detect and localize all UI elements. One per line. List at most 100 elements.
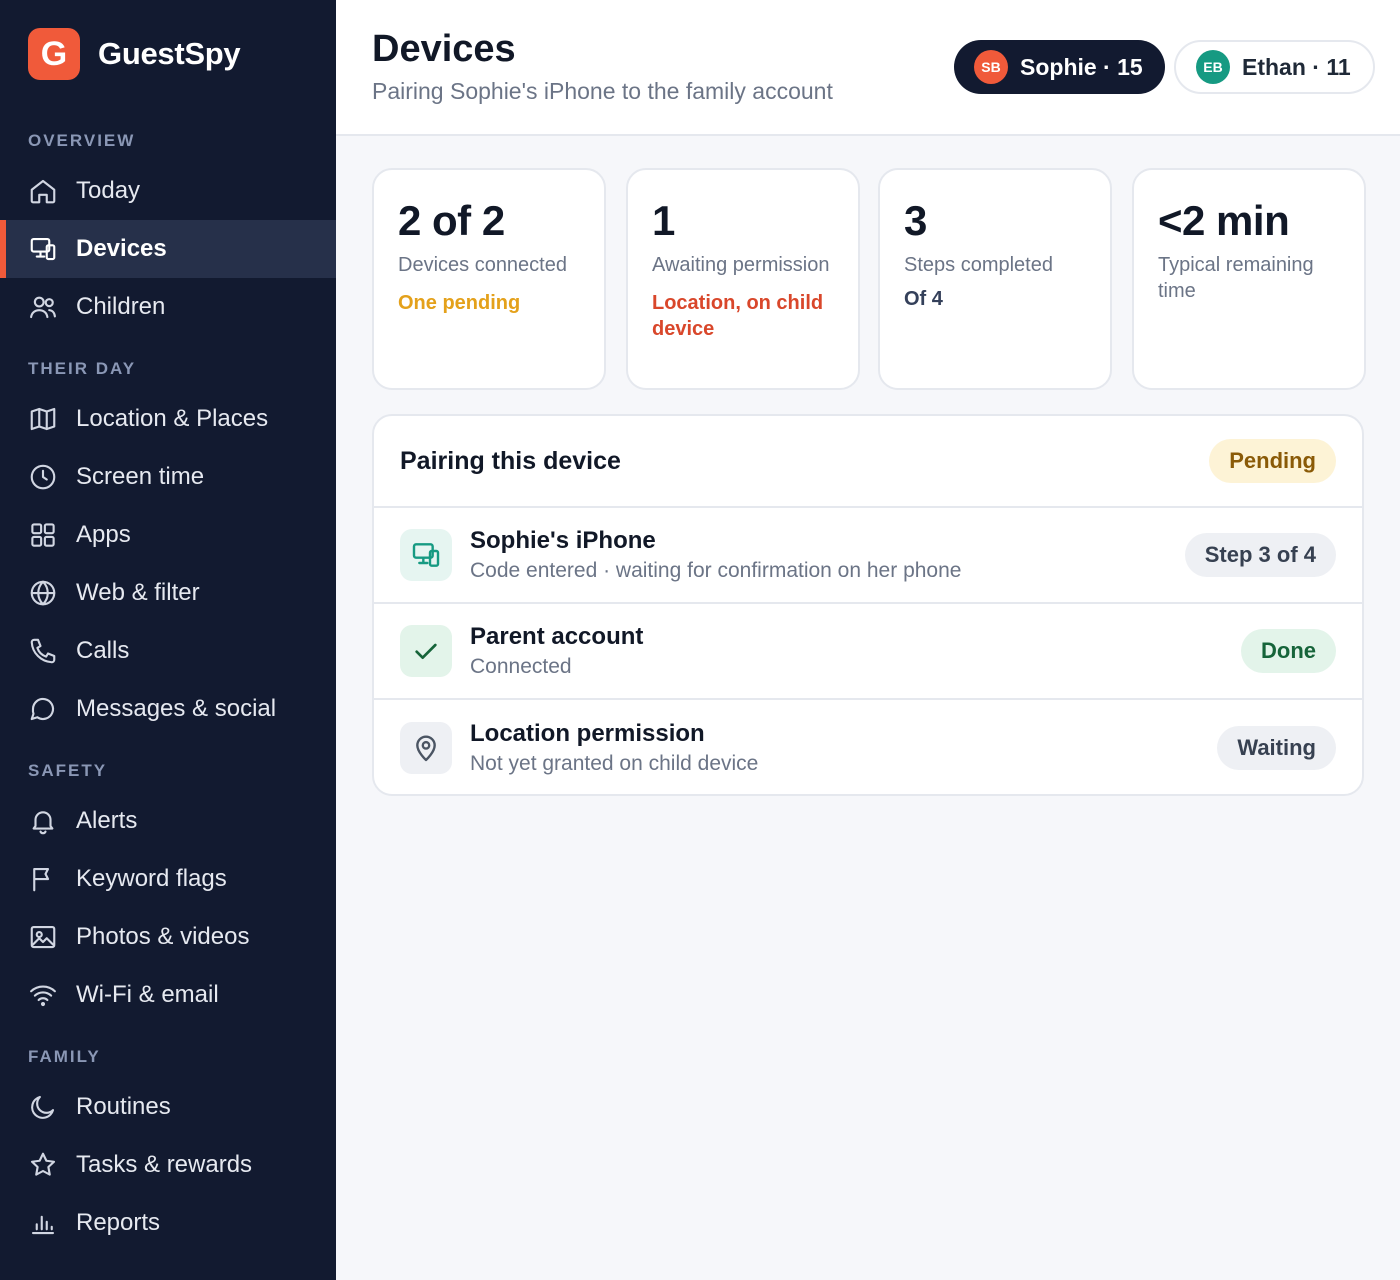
status-badge: Done — [1241, 629, 1336, 673]
sidebar-item-label: Keyword flags — [76, 865, 227, 892]
sidebar-item-label: Calls — [76, 637, 130, 664]
home-icon — [30, 179, 56, 204]
section-label-their-day: THEIR DAY — [28, 359, 137, 378]
page-subtitle: Pairing Sophie's iPhone to the family ac… — [372, 78, 833, 104]
stat-label: Devices connected — [398, 254, 567, 277]
child-pill-label: Ethan · 11 — [1242, 53, 1351, 80]
flag-icon — [33, 867, 50, 892]
avatar: SB — [974, 50, 1008, 84]
pairing-row-device[interactable]: Sophie's iPhone Code entered · waiting f… — [374, 508, 1362, 604]
pairing-panel-title: Pairing this device — [400, 446, 621, 475]
child-switch-ethan[interactable]: EB Ethan · 11 — [1174, 40, 1375, 94]
globe-icon — [30, 580, 56, 606]
moon-icon — [31, 1095, 55, 1119]
sidebar-item-label: Messages & social — [76, 695, 277, 722]
grid-icon — [31, 523, 55, 547]
row-subtitle: Not yet granted on child device — [470, 752, 759, 775]
check-icon — [415, 643, 437, 659]
pairing-row-parent-account[interactable]: Parent account Connected Done — [374, 604, 1362, 700]
child-switch-sophie[interactable]: SB Sophie · 15 — [954, 40, 1165, 94]
row-subtitle: Connected — [470, 655, 572, 678]
pairing-panel-header: Pairing this device Pending — [374, 416, 1362, 508]
sidebar-item-wifi-email[interactable]: Wi-Fi & email — [0, 966, 336, 1024]
pairing-status-badge: Pending — [1209, 439, 1336, 483]
stat-card-awaiting-permission: 1 Awaiting permission Location, on child… — [626, 168, 860, 390]
sidebar-item-photos-videos[interactable]: Photos & videos — [0, 908, 336, 966]
map-icon — [30, 407, 56, 431]
sidebar-item-label: Web & filter — [76, 579, 200, 606]
sidebar-item-label: Children — [76, 293, 166, 320]
status-badge: Waiting — [1217, 726, 1336, 770]
sidebar-item-web-filter[interactable]: Web & filter — [0, 564, 336, 622]
sidebar-item-label: Tasks & rewards — [76, 1151, 253, 1178]
bell-icon — [32, 811, 54, 835]
stat-card-devices-connected: 2 of 2 Devices connected One pending — [372, 168, 606, 390]
sidebar-item-tasks-rewards[interactable]: Tasks & rewards — [0, 1136, 336, 1194]
wifi-icon — [30, 985, 56, 1007]
section-label-family: FAMILY — [28, 1047, 101, 1066]
brand[interactable]: G GuestSpy — [28, 28, 241, 80]
sidebar-item-routines[interactable]: Routines — [0, 1078, 336, 1136]
stat-value: 2 of 2 — [398, 197, 505, 244]
stat-label: Awaiting permission — [652, 254, 830, 277]
sidebar-item-location-places[interactable]: Location & Places — [0, 390, 336, 448]
stat-label: Typical remaining time — [1158, 254, 1314, 303]
devices-icon — [412, 543, 440, 567]
brand-logo: G — [28, 28, 80, 80]
clock-icon — [30, 464, 56, 490]
stat-value: 1 — [652, 197, 675, 244]
sidebar-item-label: Reports — [76, 1209, 161, 1236]
section-label-overview: OVERVIEW — [28, 131, 136, 150]
sidebar-item-label: Routines — [76, 1093, 171, 1120]
stat-value: 3 — [904, 197, 927, 244]
sidebar-item-calls[interactable]: Calls — [0, 622, 336, 680]
star-icon — [30, 1152, 56, 1176]
pairing-row-location-permission[interactable]: Location permission Not yet granted on c… — [374, 700, 1362, 794]
row-title: Parent account — [470, 623, 644, 650]
message-icon — [30, 697, 55, 721]
row-title: Location permission — [470, 720, 705, 747]
stat-card-remaining-time: <2 min Typical remaining time — [1132, 168, 1366, 390]
sidebar-item-messages-social[interactable]: Messages & social — [0, 680, 336, 738]
status-badge: Step 3 of 4 — [1184, 533, 1336, 577]
child-pill-label: Sophie · 15 — [1020, 53, 1143, 80]
row-icon-container — [400, 529, 452, 581]
stat-label: Steps completed — [904, 254, 1053, 277]
phone-icon — [30, 638, 56, 664]
pairing-panel: Pairing this device Pending Sophie's iPh… — [372, 414, 1364, 796]
stat-note: One pending — [398, 292, 521, 315]
sidebar-item-reports[interactable]: Reports — [0, 1194, 336, 1252]
sidebar-item-label: Devices — [76, 235, 167, 262]
avatar: EB — [1196, 50, 1230, 84]
stat-note: Location, on child device — [652, 292, 824, 341]
location-pin-icon — [416, 735, 436, 762]
sidebar-item-label: Alerts — [76, 807, 138, 834]
sidebar-item-label: Location & Places — [76, 405, 269, 432]
stat-note: Of 4 — [904, 288, 943, 311]
page-title: Devices — [372, 28, 516, 70]
sidebar-item-apps[interactable]: Apps — [0, 506, 336, 564]
sidebar-item-label: Photos & videos — [76, 923, 250, 950]
stat-value: <2 min — [1158, 197, 1290, 244]
sidebar-item-label: Wi-Fi & email — [76, 981, 219, 1008]
sidebar-item-label: Screen time — [76, 463, 205, 490]
sidebar-item-label: Apps — [76, 521, 131, 548]
sidebar-item-keyword-flags[interactable]: Keyword flags — [0, 850, 336, 908]
row-title: Sophie's iPhone — [470, 527, 656, 554]
users-icon — [30, 296, 56, 319]
row-icon-container — [400, 722, 452, 774]
sidebar-item-alerts[interactable]: Alerts — [0, 792, 336, 850]
image-icon — [30, 925, 56, 949]
sidebar-item-devices[interactable]: Devices — [0, 220, 336, 278]
sidebar-item-today[interactable]: Today — [0, 162, 336, 220]
row-icon-container — [400, 625, 452, 677]
chart-icon — [31, 1215, 55, 1235]
stat-card-steps-completed: 3 Steps completed Of 4 — [878, 168, 1112, 390]
page-header: Devices Pairing Sophie's iPhone to the f… — [336, 0, 1400, 136]
row-subtitle: Code entered · waiting for confirmation … — [470, 559, 962, 582]
sidebar-item-children[interactable]: Children — [0, 278, 336, 336]
sidebar-item-screen-time[interactable]: Screen time — [0, 448, 336, 506]
sidebar-item-label: Today — [76, 177, 141, 204]
section-label-safety: SAFETY — [28, 761, 108, 780]
brand-name: GuestSpy — [98, 36, 241, 71]
